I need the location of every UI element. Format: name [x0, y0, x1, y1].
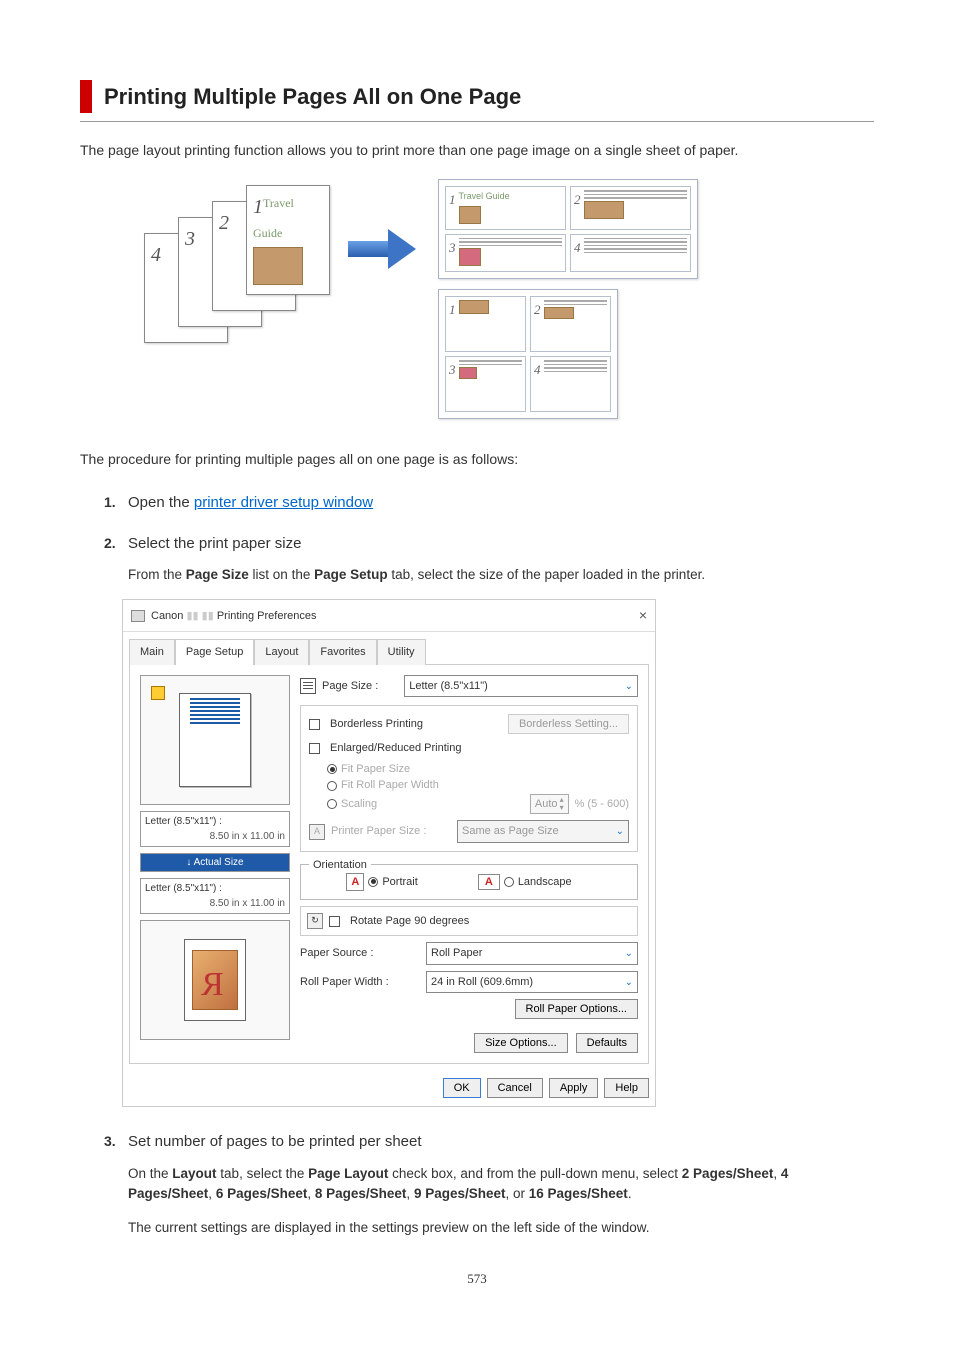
page-size-label: Page Size :: [322, 678, 378, 695]
printer-paper-icon: A: [309, 824, 325, 840]
page-title: Printing Multiple Pages All on One Page: [104, 80, 874, 113]
roll-width-label: Roll Paper Width :: [300, 974, 420, 991]
chevron-down-icon: ⌄: [616, 824, 624, 839]
page-title-block: Printing Multiple Pages All on One Page: [80, 80, 874, 113]
fit-paper-radio[interactable]: Fit Paper Size: [341, 761, 410, 778]
cancel-button[interactable]: Cancel: [487, 1078, 543, 1098]
page-size-combo[interactable]: Letter (8.5"x11")⌄: [404, 675, 638, 698]
dialog-body: Letter (8.5"x11") :8.50 in x 11.00 in ↓ …: [129, 664, 649, 1065]
actual-size-indicator: ↓ Actual Size: [140, 853, 290, 872]
rotate-icon: ↻: [307, 913, 323, 929]
step-2: 2. Select the print paper size: [104, 533, 874, 556]
borderless-setting-button[interactable]: Borderless Setting...: [508, 714, 629, 734]
rotate-checkbox[interactable]: [329, 916, 340, 927]
concept-illustration: 4 3 2 1Travel Guide 1Travel Guide 2 3 4 …: [118, 179, 874, 419]
procedure-intro: The procedure for printing multiple page…: [80, 449, 874, 470]
printing-preferences-dialog: Canon ▮▮ ▮▮ Printing Preferences × Main …: [122, 599, 656, 1107]
borderless-label: Borderless Printing: [330, 716, 423, 733]
dialog-preview-column: Letter (8.5"x11") :8.50 in x 11.00 in ↓ …: [140, 675, 290, 1054]
portrait-icon: A: [346, 873, 364, 891]
scaling-range: % (5 - 600): [575, 796, 629, 813]
orientation-group: Orientation APortrait ALandscape: [300, 864, 638, 900]
paper-source-combo[interactable]: Roll Paper⌄: [426, 942, 638, 965]
close-button[interactable]: ×: [639, 605, 647, 626]
step-3-detail-2: The current settings are displayed in th…: [128, 1218, 874, 1238]
page-number: 573: [80, 1269, 874, 1289]
enlarged-label: Enlarged/Reduced Printing: [330, 740, 461, 757]
paper-label-1: Letter (8.5"x11") :8.50 in x 11.00 in: [140, 811, 290, 847]
step-title: Set number of pages to be printed per sh…: [128, 1133, 422, 1150]
chevron-down-icon: ⌄: [625, 946, 633, 961]
size-options-button[interactable]: Size Options...: [474, 1033, 568, 1053]
step-title: Open the printer driver setup window: [128, 494, 373, 511]
step-title: Select the print paper size: [128, 535, 301, 552]
printer-driver-setup-link[interactable]: printer driver setup window: [194, 494, 373, 511]
landscape-icon: A: [478, 874, 500, 890]
output-preview: R: [140, 920, 290, 1040]
enlarged-checkbox[interactable]: [309, 743, 320, 754]
paper-label-2: Letter (8.5"x11") :8.50 in x 11.00 in: [140, 878, 290, 914]
ok-button[interactable]: OK: [443, 1078, 481, 1098]
apply-button[interactable]: Apply: [549, 1078, 599, 1098]
intro-text: The page layout printing function allows…: [80, 140, 874, 161]
printer-paper-label: Printer Paper Size :: [331, 823, 451, 840]
dialog-title: Canon ▮▮ ▮▮ Printing Preferences: [151, 608, 317, 625]
step-number: 3.: [104, 1131, 128, 1154]
scaling-radio[interactable]: Scaling: [341, 796, 377, 813]
printer-paper-combo[interactable]: Same as Page Size⌄: [457, 820, 629, 843]
roll-width-combo[interactable]: 24 in Roll (609.6mm)⌄: [426, 971, 638, 994]
tab-utility[interactable]: Utility: [377, 639, 426, 665]
tab-page-setup[interactable]: Page Setup: [175, 639, 255, 665]
paper-source-label: Paper Source :: [300, 945, 420, 962]
printer-icon: [131, 610, 145, 622]
step-3-detail-1: On the Layout tab, select the Page Layou…: [128, 1164, 874, 1205]
roll-paper-options-button[interactable]: Roll Paper Options...: [515, 999, 639, 1019]
dialog-button-row: OK Cancel Apply Help: [123, 1070, 655, 1106]
landscape-radio[interactable]: Landscape: [518, 874, 572, 891]
step-1: 1. Open the printer driver setup window: [104, 492, 874, 515]
chevron-down-icon: ⌄: [625, 679, 633, 694]
dialog-tabs: Main Page Setup Layout Favorites Utility: [123, 632, 655, 664]
fit-roll-radio[interactable]: Fit Roll Paper Width: [341, 777, 439, 794]
chevron-down-icon: ⌄: [625, 975, 633, 990]
step-number: 2.: [104, 533, 128, 556]
step-3: 3. Set number of pages to be printed per…: [104, 1131, 874, 1154]
dialog-fields: Page Size : Letter (8.5"x11")⌄ Borderles…: [300, 675, 638, 1054]
defaults-button[interactable]: Defaults: [576, 1033, 638, 1053]
borderless-checkbox[interactable]: [309, 719, 320, 730]
page-icon: [300, 678, 316, 694]
output-examples: 1Travel Guide 2 3 4 1 2 3 4: [438, 179, 698, 419]
page-stack: 4 3 2 1Travel Guide: [118, 179, 328, 339]
page-preview: [140, 675, 290, 805]
portrait-radio[interactable]: Portrait: [382, 874, 417, 891]
title-divider: [80, 121, 874, 122]
tab-layout[interactable]: Layout: [254, 639, 309, 665]
arrow-icon: [348, 229, 418, 269]
step-2-detail: From the Page Size list on the Page Setu…: [128, 565, 874, 585]
scaling-spinner[interactable]: Auto ▴▾: [530, 794, 569, 815]
help-button[interactable]: Help: [604, 1078, 649, 1098]
dialog-titlebar: Canon ▮▮ ▮▮ Printing Preferences ×: [123, 600, 655, 632]
tab-favorites[interactable]: Favorites: [309, 639, 376, 665]
step-number: 1.: [104, 492, 128, 515]
tab-main[interactable]: Main: [129, 639, 175, 665]
rotate-label: Rotate Page 90 degrees: [350, 913, 469, 930]
